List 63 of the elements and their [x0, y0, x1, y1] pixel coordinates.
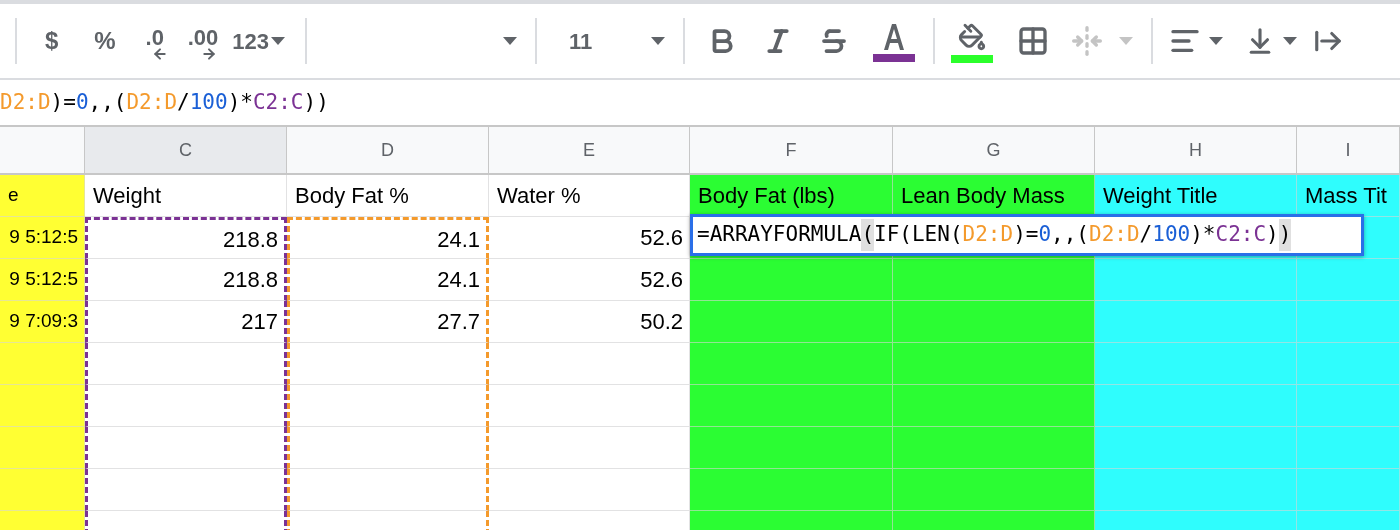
table-cell: Mass Tit: [1297, 175, 1400, 217]
formula-token: D2:D: [126, 88, 178, 116]
more-formats-button[interactable]: 123: [232, 24, 285, 58]
formula-token: ,,(: [88, 88, 127, 116]
paint-bucket-icon: [958, 23, 986, 51]
table-cell: Body Fat (lbs): [690, 175, 893, 217]
borders-icon[interactable]: [1017, 25, 1049, 57]
table-cell: 50.2: [489, 301, 690, 343]
font-size-dropdown[interactable]: 11: [537, 21, 683, 61]
table-cell: 9 5:12:5: [0, 259, 85, 301]
increase-decimals-button[interactable]: .00: [187, 20, 219, 62]
caret-icon: [503, 37, 517, 45]
formula-token: ,,(: [1051, 221, 1089, 249]
decrease-decimals-button[interactable]: .0: [141, 20, 168, 62]
table-cell: 218.8: [85, 217, 287, 259]
formula-token: IF(LEN(: [874, 221, 963, 249]
formula-token: )*: [1190, 221, 1216, 249]
table-cell: 24.1: [287, 217, 489, 259]
formula-token: )*: [227, 88, 253, 116]
formula-token: 0: [1038, 221, 1052, 249]
table-cell: 24.1: [287, 259, 489, 301]
formula-token: /: [1139, 221, 1153, 249]
merge-icon: [1071, 25, 1103, 57]
percent-format-button[interactable]: %: [94, 23, 116, 59]
strikethrough-icon[interactable]: [819, 26, 849, 56]
caret-icon: [1283, 37, 1297, 45]
column-header[interactable]: C: [85, 127, 287, 173]
table-cell: 52.6: [489, 259, 690, 301]
caret-icon: [1209, 37, 1223, 45]
formula-token: 100: [189, 88, 228, 116]
formula-token: (: [861, 219, 875, 251]
cell-editor[interactable]: =ARRAYFORMULA(IF(LEN(D2:D)=0,,(D2:D/100)*C2:C)): [690, 214, 1364, 256]
formula-token: ): [1278, 219, 1292, 251]
table-cell: 52.6: [489, 217, 690, 259]
table-cell: e: [0, 175, 85, 217]
caret-icon: [1119, 37, 1133, 45]
formula-token: /: [177, 88, 190, 116]
table-cell: 9 7:09:3: [0, 301, 85, 343]
table-cell: Body Fat %: [287, 175, 489, 217]
table-cell: 217: [85, 301, 287, 343]
formula-token: )=: [50, 88, 76, 116]
table-cell: 218.8: [85, 259, 287, 301]
letter-a-icon: [882, 24, 906, 50]
table-cell: Lean Body Mass: [893, 175, 1095, 217]
formula-token: ): [1266, 221, 1279, 249]
formula-token: C2:C: [252, 88, 304, 116]
formula-token: )=: [1013, 221, 1039, 249]
formula-token: D2:D: [962, 221, 1014, 249]
formula-token: C2:C: [1215, 221, 1267, 249]
currency-format-button[interactable]: $: [45, 23, 59, 59]
formula-token: 0: [75, 88, 89, 116]
formula-token: D2:D: [1089, 221, 1140, 249]
formula-token: 100: [1152, 221, 1191, 249]
table-cell: Water %: [489, 175, 690, 217]
table-cell: Weight Title: [1095, 175, 1297, 217]
caret-icon: [651, 37, 665, 45]
table-cell: 9 5:12:5: [0, 217, 85, 259]
table-cell: 27.7: [287, 301, 489, 343]
formula-token: D2:D: [0, 88, 51, 116]
formula-token: )): [303, 88, 329, 116]
caret-icon: [271, 37, 285, 45]
table-cell: Weight: [85, 175, 287, 217]
formula-token: =ARRAYFORMULA: [697, 221, 862, 249]
